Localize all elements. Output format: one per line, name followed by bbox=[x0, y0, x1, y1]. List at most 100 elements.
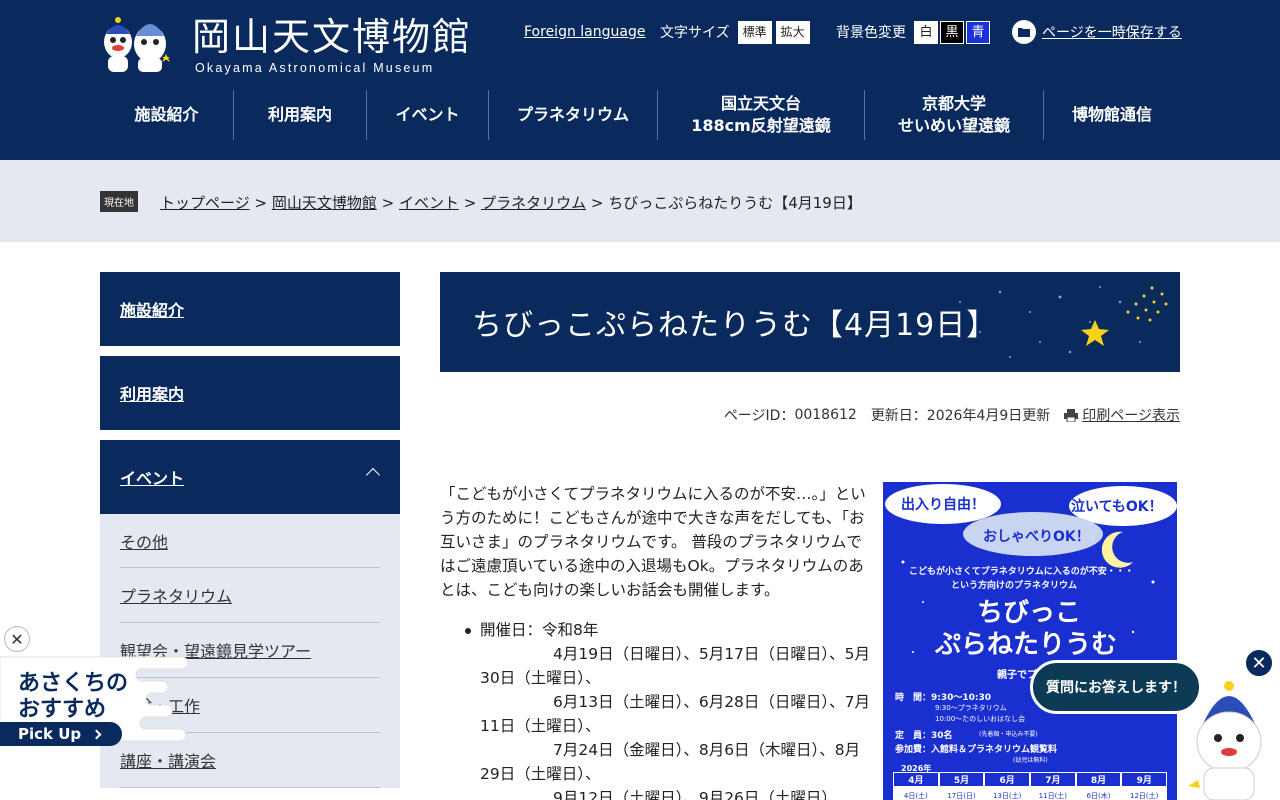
poster-bubble-free: 出入り自由！ bbox=[901, 497, 985, 513]
poster-month: 4月 bbox=[893, 772, 939, 787]
poster-day: 17日(日) bbox=[947, 792, 976, 800]
date-line: 6月13日（土曜日）、6月28日（日曜日）、7月11日（土曜日）、 bbox=[480, 693, 871, 735]
sidebar-subitem-other[interactable]: その他 bbox=[120, 514, 380, 568]
chevron-right-icon bbox=[91, 729, 102, 739]
site-logo[interactable]: 岡山天文博物館 Okayama Astronomical Museum bbox=[100, 12, 470, 78]
poster-fee: 参加費：入館料＆プラネタリウム観覧料 bbox=[895, 745, 1058, 755]
sidebar-item-label: イベント bbox=[120, 469, 185, 488]
poster-capacity: 定 員：30名 bbox=[895, 731, 953, 741]
poster-bubble-cry: 泣いてもOK！ bbox=[1071, 499, 1163, 515]
poster-tagline1: こどもが小さくてプラネタリウムに入るのが不安・・・ bbox=[909, 567, 1134, 577]
sidebar-item-event[interactable]: イベント bbox=[100, 440, 400, 514]
page-title-banner: ちびっこぷらねたりうむ【4月19日】 bbox=[440, 272, 1180, 372]
poster-day: 12日(土) bbox=[1130, 792, 1159, 800]
poster-bubble-talk: おしゃべりOK！ bbox=[983, 529, 1090, 545]
poster-day: 13日(土) bbox=[992, 792, 1022, 800]
pickup-close-button[interactable]: ✕ bbox=[4, 626, 30, 652]
bg-white-button[interactable]: 白 bbox=[914, 20, 938, 44]
pickup-line2: おすすめ bbox=[18, 697, 107, 722]
bg-color-label: 背景色変更 bbox=[836, 25, 906, 41]
poster-schedule-days: 4日(土) 17日(日) 13日(土) 11日(土) 6日(木) 12日(土) bbox=[893, 791, 1167, 800]
poster-time-detail2: 10:00～たのしいおはなし会 bbox=[935, 715, 1026, 723]
printer-icon bbox=[1064, 408, 1079, 422]
gnav-item-facility[interactable]: 施設紹介 bbox=[100, 90, 234, 140]
gnav-item-newsletter[interactable]: 博物館通信 bbox=[1044, 90, 1180, 140]
bg-blue-button[interactable]: 青 bbox=[966, 20, 990, 44]
breadcrumb-separator: > bbox=[376, 194, 399, 212]
breadcrumb-link-museum[interactable]: 岡山天文博物館 bbox=[272, 194, 377, 212]
folder-icon bbox=[1012, 20, 1036, 44]
breadcrumb-separator: > bbox=[249, 194, 272, 212]
pickup-button[interactable]: Pick Up bbox=[0, 722, 122, 746]
poster-month: 6月 bbox=[984, 772, 1031, 787]
updated-date: 更新日：2026年4月9日更新 bbox=[870, 408, 1051, 424]
sidebar-subitem-planetarium[interactable]: プラネタリウム bbox=[120, 568, 380, 623]
breadcrumb-link-event[interactable]: イベント bbox=[399, 194, 459, 212]
poster-fee-note: (幼児は無料) bbox=[1013, 757, 1048, 764]
poster-month: 7月 bbox=[1030, 772, 1076, 787]
bg-black-button[interactable]: 黒 bbox=[940, 20, 964, 44]
print-page-link[interactable]: 印刷ページ表示 bbox=[1082, 405, 1180, 425]
logo-title: 岡山天文博物館 bbox=[192, 15, 473, 59]
date-line: 4月19日（日曜日）、5月17日（日曜日）、5月30日（土曜日）、 bbox=[480, 645, 871, 687]
page-meta: ページID： 0018612 更新日：2026年4月9日更新 印刷ページ表示 bbox=[724, 405, 1180, 425]
gnav-item-label: 京都大学せいめい望遠鏡 bbox=[898, 93, 1010, 137]
breadcrumb-link-planetarium[interactable]: プラネタリウム bbox=[481, 194, 586, 212]
poster-title2: ぷらねたりうむ bbox=[935, 630, 1118, 660]
font-size-label: 文字サイズ bbox=[660, 25, 730, 41]
font-size-standard-button[interactable]: 標準 bbox=[737, 20, 772, 44]
poster-time: 時 間：9:30～10:30 bbox=[895, 693, 992, 703]
chevron-up-icon bbox=[365, 467, 381, 483]
event-poster: 出入り自由！ 泣いてもOK！ おしゃべりOK！ こどもが小さくてプラネタリウムに… bbox=[883, 482, 1177, 800]
poster-day: 4日(土) bbox=[903, 792, 928, 800]
date-line: 7月24日（金曜日）、8月6日（木曜日）、8月29日（土曜日）、 bbox=[480, 741, 861, 783]
global-nav: 施設紹介 利用案内 イベント プラネタリウム 国立天文台 188cm反射望遠鏡 京… bbox=[100, 90, 1180, 140]
gnav-item-planetarium[interactable]: プラネタリウム bbox=[489, 90, 658, 140]
breadcrumb-current: ちびっこぷらねたりうむ【4月19日】 bbox=[608, 194, 862, 212]
save-page-link[interactable]: ページを一時保存する bbox=[1012, 20, 1182, 44]
gnav-item-naoj-telescope[interactable]: 国立天文台 188cm反射望遠鏡 bbox=[658, 90, 865, 140]
logo-subtitle: Okayama Astronomical Museum bbox=[195, 61, 435, 75]
bg-color-control: 背景色変更 白 黒 青 bbox=[836, 20, 992, 44]
dates-label: 開催日：令和8年 bbox=[480, 621, 599, 639]
poster-month: 5月 bbox=[938, 772, 985, 787]
sidebar-item-guide[interactable]: 利用案内 bbox=[100, 356, 400, 430]
breadcrumb-band: 現在地 トップページ > 岡山天文博物館 > イベント > プラネタリウム > … bbox=[0, 160, 1280, 242]
chat-close-button[interactable]: ✕ bbox=[1244, 648, 1274, 678]
chat-question-bubble[interactable]: 質問にお答えします！ bbox=[1030, 660, 1202, 714]
gnav-label-line2: 188cm反射望遠鏡 bbox=[691, 116, 831, 135]
breadcrumb-separator: > bbox=[586, 194, 609, 212]
foreign-language-link[interactable]: Foreign language bbox=[524, 20, 645, 44]
chat-mascot-icon[interactable] bbox=[1184, 676, 1274, 800]
poster-time-detail1: 9:30～プラネタリウム bbox=[935, 704, 1007, 712]
gnav-item-seimei-telescope[interactable]: 京都大学せいめい望遠鏡 bbox=[865, 90, 1044, 140]
site-header: 岡山天文博物館 Okayama Astronomical Museum Fore… bbox=[0, 0, 1280, 160]
page-id: 0018612 bbox=[794, 407, 857, 423]
intro-text: 「こどもが小さくてプラネタリウムに入るのが不安…。」という方のために！こどもさん… bbox=[440, 485, 866, 599]
font-size-control: 文字サイズ 標準 拡大 bbox=[660, 20, 814, 44]
pickup-widget[interactable]: あさくちの おすすめ Pick Up bbox=[0, 655, 190, 755]
gnav-label-line1: 国立天文台 bbox=[720, 94, 801, 113]
gnav-label-line2: せいめい望遠鏡 bbox=[897, 116, 1010, 135]
pickup-button-label: Pick Up bbox=[18, 725, 82, 743]
page-id-label: ページID： bbox=[723, 408, 795, 424]
gnav-item-event[interactable]: イベント bbox=[367, 90, 489, 140]
gnav-item-guide[interactable]: 利用案内 bbox=[234, 90, 367, 140]
poster-day: 6日(木) bbox=[1086, 792, 1111, 800]
poster-day: 11日(土) bbox=[1038, 792, 1068, 800]
breadcrumb-separator: > bbox=[458, 194, 482, 212]
breadcrumb: トップページ > 岡山天文博物館 > イベント > プラネタリウム > ちびっこ… bbox=[160, 192, 862, 213]
save-page-label: ページを一時保存する bbox=[1042, 25, 1182, 41]
gnav-label-line1: 京都大学 bbox=[921, 94, 986, 113]
poster-month: 8月 bbox=[1075, 772, 1122, 787]
mascot-logo-icon bbox=[104, 17, 170, 72]
poster-month: 9月 bbox=[1121, 772, 1168, 787]
gnav-item-label: 国立天文台 188cm反射望遠鏡 bbox=[691, 93, 831, 137]
page-title: ちびっこぷらねたりうむ【4月19日】 bbox=[472, 308, 998, 343]
font-size-large-button[interactable]: 拡大 bbox=[775, 20, 810, 44]
sidebar-item-facility[interactable]: 施設紹介 bbox=[100, 272, 400, 346]
breadcrumb-tag: 現在地 bbox=[100, 191, 138, 212]
breadcrumb-link-top[interactable]: トップページ bbox=[160, 194, 250, 212]
poster-schedule-table: 4月 5月 6月 7月 8月 9月 bbox=[893, 772, 1168, 787]
poster-capacity-note: (先着順・申込み不要) bbox=[979, 731, 1038, 738]
